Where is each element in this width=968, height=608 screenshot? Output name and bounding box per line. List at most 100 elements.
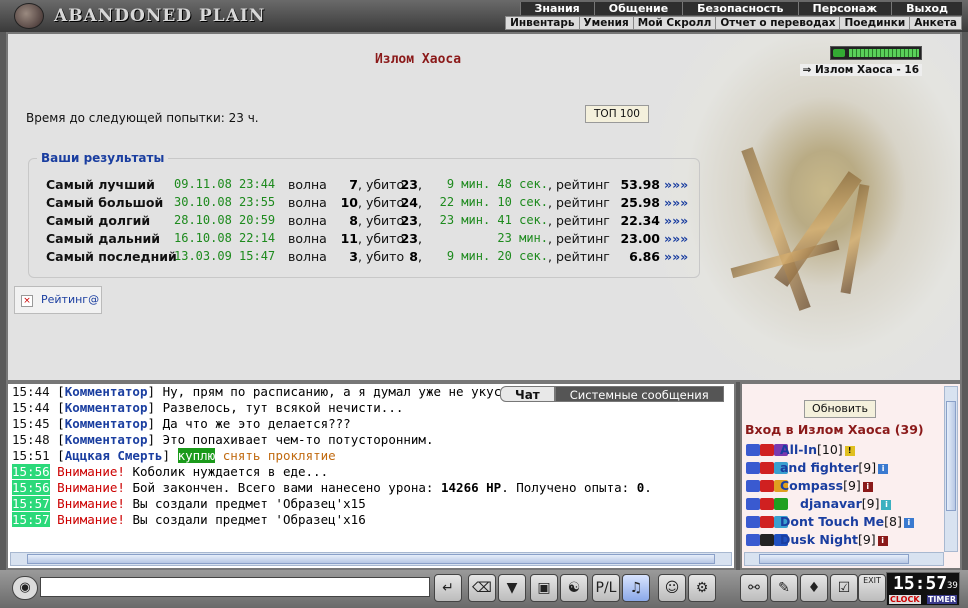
- online-user-name[interactable]: djanavar[9] i: [800, 496, 892, 511]
- smiley-icon[interactable]: ☺: [658, 574, 686, 602]
- tab-chat[interactable]: Чат: [500, 386, 555, 402]
- chat-time: 15:51: [12, 448, 50, 463]
- chat-sender[interactable]: Комментатор: [65, 416, 148, 431]
- music-icon[interactable]: ♫: [622, 574, 650, 602]
- chat-horizontal-scrollbar[interactable]: [10, 552, 732, 566]
- submenu-fights[interactable]: Поединки: [840, 17, 911, 29]
- menu-item-communication[interactable]: Общение: [593, 2, 683, 15]
- user-info-icon[interactable]: i: [862, 481, 873, 492]
- filter-icon[interactable]: ▼: [498, 574, 526, 602]
- result-details-link[interactable]: »»»: [664, 213, 688, 228]
- result-comma: ,: [418, 213, 422, 228]
- user-name[interactable]: Dusk Night: [780, 532, 858, 547]
- lock-icon[interactable]: ☑: [830, 574, 858, 602]
- chat-sender[interactable]: Комментатор: [65, 400, 148, 415]
- pl-icon[interactable]: P/L: [592, 574, 620, 602]
- menu-item-knowledge[interactable]: Знания: [519, 2, 594, 15]
- settings-icon[interactable]: ⚙: [688, 574, 716, 602]
- user-info-icon[interactable]: !: [844, 445, 855, 456]
- result-details-link[interactable]: »»»: [664, 195, 688, 210]
- potion-icon[interactable]: ⚯: [740, 574, 768, 602]
- online-user-name[interactable]: All-In[10]!: [780, 442, 855, 457]
- top-bar: ABANDONED PLAIN Знания Общение Безопасно…: [0, 0, 968, 32]
- clock-mode-button[interactable]: CLOCK: [889, 595, 921, 604]
- chat-buy-tag: куплю: [177, 448, 216, 463]
- tab-system-messages[interactable]: Системные сообщения: [554, 386, 724, 402]
- user-info-icon[interactable]: i: [878, 463, 889, 474]
- user-info-icon[interactable]: i: [881, 499, 892, 510]
- result-details-link[interactable]: »»»: [664, 249, 688, 264]
- result-rating-label: , рейтинг: [548, 249, 610, 264]
- online-user[interactable]: Dusk Night[9] i: [746, 532, 946, 550]
- chat-sender[interactable]: Комментатор: [65, 384, 148, 399]
- submenu-skills[interactable]: Умения: [580, 17, 634, 29]
- chat-time: 15:48: [12, 432, 50, 447]
- chat-warning-label: Внимание!: [57, 464, 125, 479]
- online-user-name[interactable]: Dusk Night[9] i: [780, 532, 888, 547]
- scroll-icon[interactable]: ✎: [770, 574, 798, 602]
- online-user[interactable]: Dont Touch Me[8] i: [746, 514, 946, 532]
- clan-icon: [746, 516, 760, 528]
- menu-item-character[interactable]: Персонаж: [797, 2, 892, 15]
- result-rating: 53.98: [620, 177, 660, 192]
- chat-warning-label: Внимание!: [57, 512, 125, 527]
- speaker-icon[interactable]: ◉: [12, 576, 38, 600]
- puzzle-icon[interactable]: ♦: [800, 574, 828, 602]
- chat-sender[interactable]: Аццкая Смерть: [65, 448, 163, 463]
- online-vertical-scrollbar[interactable]: [944, 386, 958, 552]
- scrollbar-thumb[interactable]: [759, 554, 909, 564]
- menu-item-security[interactable]: Безопасность: [682, 2, 798, 15]
- user-info-icon[interactable]: i: [903, 517, 914, 528]
- send-icon[interactable]: ↵: [434, 574, 462, 602]
- user-name[interactable]: and fighter: [780, 460, 858, 475]
- chat-line: 15:57 Внимание! Вы создали предмет 'Обра…: [12, 496, 366, 512]
- chat-message: Бой закончен. Всего вами нанесено урона:: [132, 480, 434, 495]
- exit-button[interactable]: EXIT: [858, 574, 886, 602]
- user-name[interactable]: Dont Touch Me: [780, 514, 884, 529]
- clock-seconds: 39: [947, 581, 958, 591]
- scrollbar-thumb[interactable]: [946, 401, 956, 511]
- result-comma: ,: [418, 195, 422, 210]
- result-kills: 8: [409, 249, 418, 264]
- online-user-name[interactable]: Compass[9] i: [780, 478, 873, 493]
- submenu-transfer-report[interactable]: Отчет о переводах: [716, 17, 841, 29]
- submenu-my-scroll[interactable]: Мой Скролл: [634, 17, 717, 29]
- result-date: 30.10.08 23:55: [174, 195, 276, 209]
- next-attempt-text: Время до следующей попытки: 23 ч.: [26, 111, 259, 125]
- user-name[interactable]: Compass: [780, 478, 843, 493]
- result-date: 16.10.08 22:14: [174, 231, 276, 245]
- chat-sender[interactable]: Комментатор: [65, 432, 148, 447]
- save-icon[interactable]: ▣: [530, 574, 558, 602]
- user-info-icon[interactable]: i: [877, 535, 888, 546]
- submenu-profile[interactable]: Анкета: [910, 17, 961, 29]
- menu-item-exit[interactable]: Выход: [891, 2, 962, 15]
- online-user[interactable]: and fighter[9] i: [746, 460, 946, 478]
- location-status-widget: ⇒ Излом Хаоса - 16: [799, 44, 922, 78]
- timer-mode-button[interactable]: TIMER: [926, 595, 957, 604]
- user-name[interactable]: All-In: [780, 442, 817, 457]
- scrollbar-thumb[interactable]: [27, 554, 715, 564]
- result-details-link[interactable]: »»»: [664, 231, 688, 246]
- online-user[interactable]: djanavar[9] i: [746, 496, 946, 514]
- online-user-name[interactable]: and fighter[9] i: [780, 460, 889, 475]
- location-label[interactable]: ⇒ Излом Хаоса - 16: [799, 64, 922, 76]
- chat-input[interactable]: [40, 577, 430, 597]
- result-label: Самый большой: [46, 195, 164, 210]
- top100-button[interactable]: ТОП 100: [585, 105, 649, 123]
- online-user[interactable]: Compass[9] i: [746, 478, 946, 496]
- refresh-button[interactable]: Обновить: [804, 400, 876, 418]
- chat-message: снять проклятие: [222, 448, 336, 463]
- result-details-link[interactable]: »»»: [664, 177, 688, 192]
- eraser-icon[interactable]: ⌫: [468, 574, 496, 602]
- guild-icon: [760, 498, 774, 510]
- chat-time: 15:44: [12, 400, 50, 415]
- rating-link[interactable]: Рейтинг@: [41, 293, 99, 306]
- submenu-inventory[interactable]: Инвентарь: [506, 17, 580, 29]
- online-user-name[interactable]: Dont Touch Me[8] i: [780, 514, 914, 529]
- character-icon[interactable]: ☯: [560, 574, 588, 602]
- online-horizontal-scrollbar[interactable]: [744, 552, 944, 566]
- online-user[interactable]: All-In[10]!: [746, 442, 946, 460]
- guild-icon: [760, 444, 774, 456]
- guild-icon: [760, 516, 774, 528]
- user-name[interactable]: djanavar: [800, 496, 862, 511]
